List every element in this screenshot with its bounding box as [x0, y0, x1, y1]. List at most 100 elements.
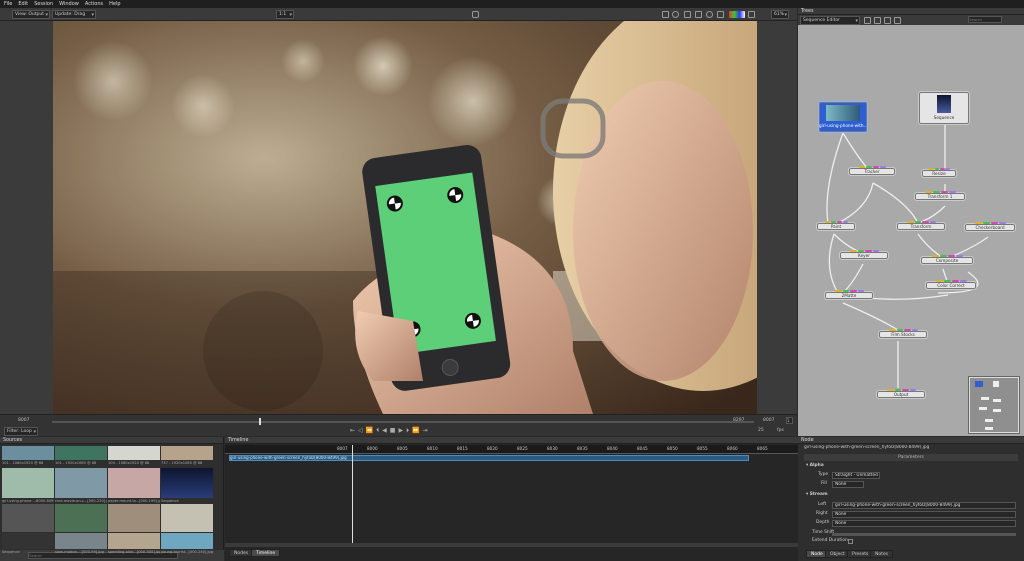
- node-input-pin[interactable]: [941, 191, 948, 193]
- node-input-pin[interactable]: [922, 221, 929, 223]
- viewer-image[interactable]: [53, 21, 757, 414]
- node-paint[interactable]: Paint: [816, 221, 856, 231]
- rewind-icon[interactable]: ⏪: [366, 427, 373, 435]
- right-stream-select[interactable]: None: [832, 511, 1016, 518]
- node-matte[interactable]: 2Matte: [824, 290, 874, 300]
- node-checkerboard[interactable]: Checkerboard: [964, 222, 1016, 232]
- node-transform[interactable]: Transform: [896, 221, 946, 231]
- source-thumbnail[interactable]: [108, 504, 160, 532]
- node-input-pin[interactable]: [933, 191, 940, 193]
- stop-icon[interactable]: ■: [390, 427, 396, 435]
- tab-object[interactable]: Object: [825, 550, 850, 558]
- timeline-playhead[interactable]: [352, 445, 353, 545]
- source-thumbnail[interactable]: [108, 533, 160, 549]
- eye-icon[interactable]: [706, 11, 713, 18]
- source-thumbnail[interactable]: [2, 468, 54, 498]
- node-input-pin[interactable]: [873, 166, 880, 168]
- node-input-pin[interactable]: [909, 389, 916, 391]
- menu-actions[interactable]: Actions: [85, 1, 103, 7]
- menu-help[interactable]: Help: [109, 1, 120, 7]
- source-thumbnail[interactable]: [161, 533, 213, 549]
- menu-session[interactable]: Session: [34, 1, 53, 7]
- tab-timeline[interactable]: Timeline: [251, 549, 281, 557]
- source-thumbnail[interactable]: [55, 468, 107, 498]
- node-input-pin[interactable]: [929, 221, 936, 223]
- source-thumbnail[interactable]: [161, 504, 213, 532]
- node-resize[interactable]: Resize: [921, 168, 957, 178]
- skip-start-icon[interactable]: ⇤: [350, 427, 355, 435]
- depth-stream-select[interactable]: None: [832, 520, 1016, 527]
- node-input-pin[interactable]: [948, 191, 956, 193]
- frame-slider[interactable]: [52, 421, 754, 423]
- fit-icon[interactable]: [684, 11, 691, 18]
- node-input-pin[interactable]: [825, 221, 831, 223]
- node-input-pin[interactable]: [850, 290, 857, 292]
- zoom-preset-select[interactable]: 1:1: [276, 10, 294, 19]
- node-input-pin[interactable]: [940, 168, 945, 170]
- node-input-pin[interactable]: [991, 222, 998, 224]
- node-tracker[interactable]: Tracker: [848, 166, 896, 176]
- play-icon[interactable]: ▶: [398, 427, 403, 435]
- prev-key-icon[interactable]: ◁: [358, 427, 363, 435]
- view-output-select[interactable]: View: Output: [12, 10, 50, 19]
- fast-forward-icon[interactable]: ⏩: [412, 427, 419, 435]
- menu-window[interactable]: Window: [59, 1, 79, 7]
- node-input-pin[interactable]: [952, 280, 959, 282]
- timeline-ruler[interactable]: 8007 8000 8005 8010 8015 8020 8025 8030 8035 8040…: [225, 445, 798, 454]
- node-input-pin[interactable]: [975, 222, 983, 224]
- node-source[interactable]: girl-using-phone-with...: [818, 101, 868, 133]
- node-input-pin[interactable]: [880, 166, 887, 168]
- node-input-pin[interactable]: [936, 280, 944, 282]
- fill-select[interactable]: None: [832, 481, 864, 488]
- left-stream-select[interactable]: girl-using-phone-with-green-screen_hyfol…: [832, 502, 1016, 509]
- node-input-pin[interactable]: [865, 166, 873, 168]
- node-transform1[interactable]: Transform 1: [914, 191, 966, 201]
- node-input-pin[interactable]: [956, 255, 964, 257]
- snapshot-icon[interactable]: [472, 11, 479, 18]
- stream-section-row[interactable]: ▾ Stream: [806, 492, 1018, 500]
- step-back-icon[interactable]: ⏴: [376, 427, 379, 435]
- source-thumbnail[interactable]: [108, 468, 160, 498]
- source-thumbnail[interactable]: [55, 504, 107, 532]
- update-mode-select[interactable]: Update: Drag: [52, 10, 96, 19]
- source-thumbnail[interactable]: [2, 446, 54, 460]
- source-thumbnail[interactable]: [55, 446, 107, 460]
- source-thumbnail[interactable]: [55, 533, 107, 549]
- step-forward-icon[interactable]: ⏵: [406, 427, 409, 435]
- node-input-pin[interactable]: [889, 329, 896, 331]
- timeline-scrollbar[interactable]: [225, 543, 798, 547]
- node-input-pin[interactable]: [858, 166, 865, 168]
- node-input-pin[interactable]: [831, 221, 837, 223]
- source-thumbnail[interactable]: [161, 468, 213, 498]
- node-input-pin[interactable]: [931, 255, 939, 257]
- node-input-pin[interactable]: [945, 168, 951, 170]
- node-input-pin[interactable]: [872, 250, 879, 252]
- node-input-pin[interactable]: [887, 389, 894, 391]
- node-filmstocks[interactable]: Film Stocks: [878, 329, 928, 339]
- source-thumbnail[interactable]: [161, 446, 213, 460]
- node-input-pin[interactable]: [914, 221, 921, 223]
- lock-icon[interactable]: [717, 11, 724, 18]
- menu-edit[interactable]: Edit: [18, 1, 28, 7]
- node-input-pin[interactable]: [959, 280, 967, 282]
- node-input-pin[interactable]: [902, 389, 909, 391]
- tab-nodes[interactable]: Nodes: [229, 549, 254, 557]
- node-minimap[interactable]: [968, 376, 1020, 434]
- node-input-pin[interactable]: [929, 168, 934, 170]
- zoom-percent-select[interactable]: 61%: [771, 10, 789, 19]
- node-composite[interactable]: Composite: [920, 255, 974, 265]
- source-thumbnail[interactable]: [2, 533, 54, 549]
- node-input-pin[interactable]: [843, 221, 849, 223]
- node-input-pin[interactable]: [983, 222, 990, 224]
- node-input-pin[interactable]: [896, 329, 903, 331]
- menu-file[interactable]: File: [4, 1, 12, 7]
- node-input-pin[interactable]: [948, 255, 956, 257]
- filter-loop-select[interactable]: Filter: Loop: [4, 427, 38, 436]
- node-sequence[interactable]: Sequence: [918, 91, 970, 125]
- node-input-pin[interactable]: [939, 255, 947, 257]
- zoom-icon[interactable]: [672, 11, 679, 18]
- playhead-handle[interactable]: [259, 418, 261, 425]
- node-output[interactable]: Output: [876, 389, 926, 399]
- alpha-section-row[interactable]: ▾ Alpha: [806, 463, 1018, 471]
- monitor-icon[interactable]: [662, 11, 669, 18]
